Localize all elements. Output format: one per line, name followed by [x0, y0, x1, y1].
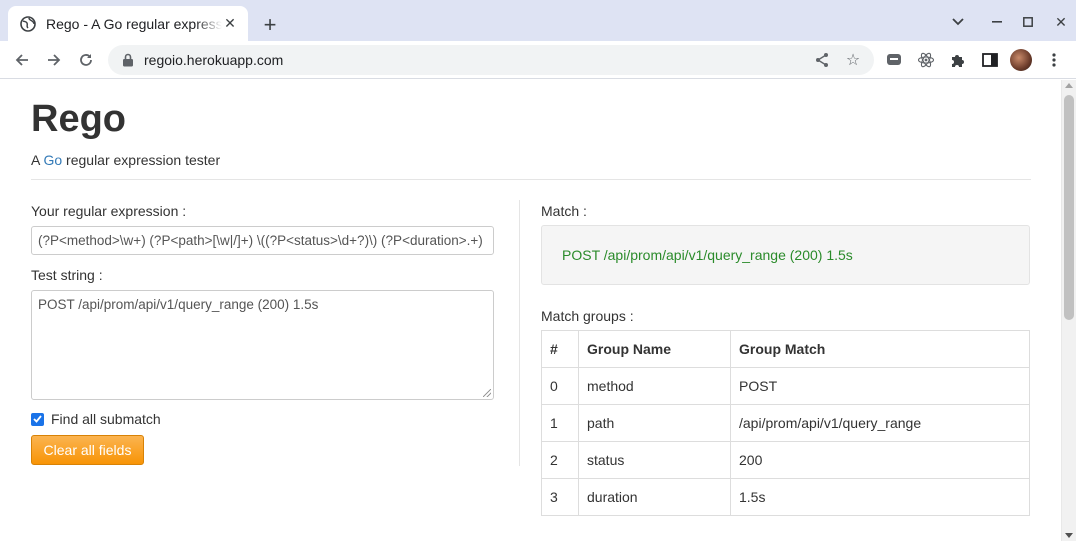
globe-icon — [20, 15, 36, 32]
tab-close-icon[interactable]: ✕ — [222, 15, 238, 32]
group-index: 3 — [541, 478, 579, 516]
match-result-box: POST /api/prom/api/v1/query_range (200) … — [541, 225, 1030, 285]
scroll-down-icon[interactable] — [1065, 533, 1073, 538]
find-all-checkbox[interactable] — [31, 412, 44, 426]
extension-chat-icon[interactable] — [882, 48, 906, 72]
tab-search-chevron-icon[interactable] — [946, 10, 970, 34]
column-header-group-match: Group Match — [730, 330, 1030, 368]
bookmark-star-icon[interactable]: ☆ — [842, 49, 864, 71]
browser-tab[interactable]: Rego - A Go regular expression tester ✕ — [8, 6, 248, 41]
page-scrollbar[interactable] — [1061, 80, 1076, 541]
table-row: 1 path /api/prom/api/v1/query_range — [541, 404, 1030, 442]
tagline-suffix: regular expression tester — [62, 152, 221, 168]
address-bar[interactable]: regoio.herokuapp.com ☆ — [108, 45, 874, 75]
group-name: path — [578, 404, 731, 442]
tagline-prefix: A — [31, 152, 44, 168]
match-groups-table: # Group Name Group Match 0 method POST 1… — [541, 330, 1030, 516]
profile-avatar[interactable] — [1010, 49, 1032, 71]
group-index: 2 — [541, 441, 579, 479]
share-icon[interactable] — [811, 49, 833, 71]
go-link[interactable]: Go — [43, 152, 62, 168]
table-row: 2 status 200 — [541, 441, 1030, 479]
group-index: 1 — [541, 404, 579, 442]
resize-grip-icon[interactable] — [483, 389, 491, 397]
close-window-icon[interactable]: ✕ — [1049, 10, 1073, 34]
column-header-group-name: Group Name — [578, 330, 731, 368]
header-divider — [31, 179, 1031, 180]
column-divider — [519, 200, 520, 466]
new-tab-icon[interactable]: + — [258, 13, 282, 37]
test-string-value: POST /api/prom/api/v1/query_range (200) … — [38, 297, 319, 312]
browser-toolbar: regoio.herokuapp.com ☆ — [0, 41, 1076, 79]
table-header-row: # Group Name Group Match — [541, 330, 1030, 368]
more-menu-icon[interactable] — [1042, 48, 1066, 72]
scroll-thumb[interactable] — [1064, 95, 1074, 320]
group-name: method — [578, 367, 731, 405]
url-text: regoio.herokuapp.com — [144, 52, 284, 68]
group-name: duration — [578, 478, 731, 516]
match-text: POST /api/prom/api/v1/query_range (200) … — [562, 247, 853, 263]
side-panel-icon[interactable] — [978, 48, 1002, 72]
find-all-label[interactable]: Find all submatch — [51, 411, 161, 427]
table-row: 3 duration 1.5s — [541, 478, 1030, 516]
maximize-icon[interactable] — [1016, 10, 1040, 34]
browser-tabstrip: Rego - A Go regular expression tester ✕ … — [0, 0, 1076, 41]
clear-all-button[interactable]: Clear all fields — [31, 435, 144, 465]
group-match: 1.5s — [730, 478, 1030, 516]
back-icon[interactable] — [10, 48, 34, 72]
page-title: Rego — [31, 98, 126, 140]
test-string-label: Test string : — [31, 267, 103, 283]
group-name: status — [578, 441, 731, 479]
test-string-textarea[interactable]: POST /api/prom/api/v1/query_range (200) … — [31, 290, 494, 400]
find-all-row: Find all submatch — [31, 411, 161, 427]
match-groups-label: Match groups : — [541, 308, 634, 324]
table-row: 0 method POST — [541, 367, 1030, 405]
page-tagline: A Go regular expression tester — [31, 152, 220, 168]
forward-icon[interactable] — [42, 48, 66, 72]
react-devtools-icon[interactable] — [914, 48, 938, 72]
minimize-icon[interactable] — [985, 10, 1009, 34]
tab-title: Rego - A Go regular expression tester — [46, 15, 222, 32]
match-label: Match : — [541, 203, 587, 219]
column-header-index: # — [541, 330, 579, 368]
group-match: POST — [730, 367, 1030, 405]
extensions-puzzle-icon[interactable] — [946, 48, 970, 72]
group-index: 0 — [541, 367, 579, 405]
group-match: /api/prom/api/v1/query_range — [730, 404, 1030, 442]
lock-icon — [122, 53, 136, 67]
scroll-up-icon[interactable] — [1065, 83, 1073, 88]
reload-icon[interactable] — [74, 48, 98, 72]
regex-label: Your regular expression : — [31, 203, 187, 219]
regex-input[interactable]: (?P<method>\w+) (?P<path>[\w|/]+) \((?P<… — [31, 226, 494, 255]
group-match: 200 — [730, 441, 1030, 479]
